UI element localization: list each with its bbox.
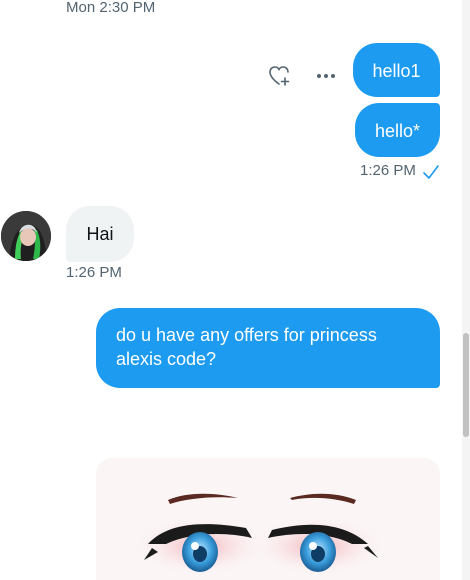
scrollbar-thumb[interactable] bbox=[463, 333, 469, 437]
sent-message-bubble[interactable]: do u have any offers for princess alexis… bbox=[96, 308, 440, 388]
message-text: do u have any offers for princess alexis… bbox=[116, 325, 377, 369]
scrollbar-track[interactable] bbox=[462, 0, 470, 580]
avatar[interactable] bbox=[1, 211, 51, 261]
avatar-image bbox=[1, 211, 51, 261]
more-button[interactable] bbox=[312, 62, 340, 90]
check-icon bbox=[423, 165, 439, 179]
react-button[interactable] bbox=[266, 62, 294, 90]
sent-message-bubble[interactable]: hello1 bbox=[353, 43, 440, 97]
message-text: hello* bbox=[374, 121, 421, 141]
image-attachment[interactable] bbox=[96, 458, 440, 580]
sent-message-bubble[interactable]: hello* bbox=[355, 103, 440, 157]
more-icon bbox=[317, 74, 335, 78]
anime-eyes-image bbox=[96, 458, 440, 580]
message-text: hello1 bbox=[372, 61, 421, 81]
received-message-bubble[interactable]: Hai bbox=[66, 206, 134, 262]
message-text: Hai bbox=[86, 224, 114, 244]
message-timestamp: 1:26 PM bbox=[360, 162, 416, 179]
heart-plus-icon bbox=[269, 66, 290, 86]
message-timestamp: 1:26 PM bbox=[66, 264, 122, 281]
message-timestamp-top: Mon 2:30 PM bbox=[66, 0, 156, 16]
